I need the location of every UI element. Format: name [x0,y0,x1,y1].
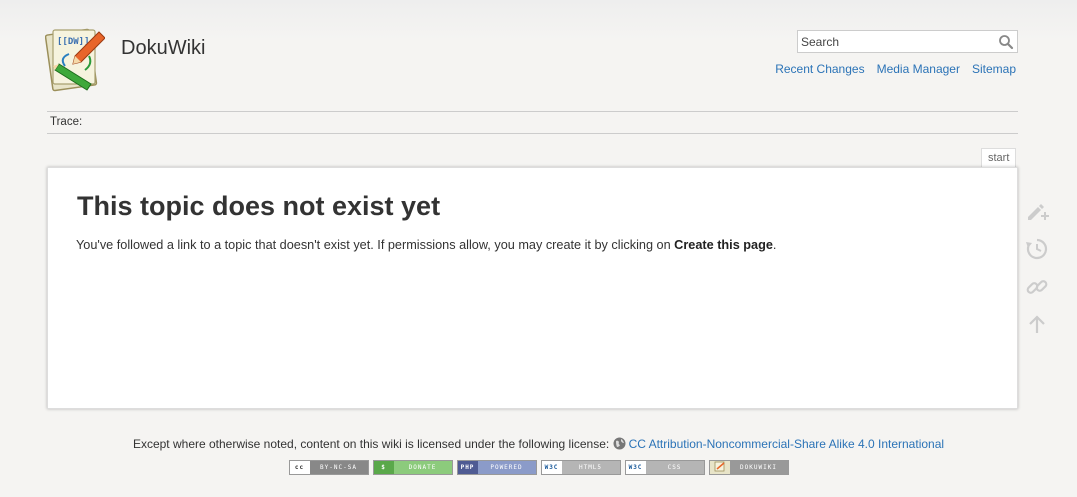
dokuwiki-small-icon [714,461,724,472]
svg-text:[[DW]]: [[DW]] [57,37,90,47]
site-title[interactable]: DokuWiki [121,37,205,60]
globe-icon [613,437,626,450]
header-divider [47,111,1018,112]
page-content: This topic does not exist yet You've fol… [47,167,1018,409]
create-page-link-text[interactable]: Create this page [674,238,773,252]
breadcrumb-divider [47,133,1018,134]
old-revisions-button[interactable] [1024,236,1050,262]
page-body-text: You've followed a link to a topic that d… [76,238,776,252]
search-input[interactable] [798,31,994,52]
w3c-css-badge[interactable]: W3C CSS [624,460,705,475]
media-manager-link[interactable]: Media Manager [877,62,960,76]
page-id-tab: start [981,148,1017,167]
back-to-top-icon [1029,315,1045,333]
dokuwiki-logo-icon: [[DW]] [44,28,106,92]
search-button[interactable] [997,33,1015,51]
license-notice: Except where otherwise noted, content on… [0,437,1077,451]
dokuwiki-logo[interactable]: [[DW]] [44,22,106,92]
site-tools: Recent Changes Media Manager Sitemap [775,62,1016,76]
back-to-top-button[interactable] [1024,312,1050,338]
create-page-icon [1028,204,1049,220]
old-revisions-icon [1026,238,1048,260]
search-icon [999,35,1014,50]
backlinks-button[interactable] [1024,274,1050,300]
backlinks-icon [1026,280,1048,294]
search-form [797,30,1018,53]
page-tools [1024,198,1050,350]
body-text-end: . [772,238,777,252]
footer-badges: cc BY-NC-SA $ DONATE PHP POWERED W3C HTM… [0,460,1077,475]
page-heading: This topic does not exist yet [77,191,441,221]
create-page-button[interactable] [1024,198,1050,224]
cc-license-badge[interactable]: cc BY-NC-SA [288,460,369,475]
dokuwiki-badge[interactable]: DOKUWIKI [708,460,789,475]
php-powered-badge[interactable]: PHP POWERED [456,460,537,475]
w3c-html5-badge[interactable]: W3C HTML5 [540,460,621,475]
breadcrumb: Trace: [50,116,83,128]
body-text: You've followed a link to a topic that d… [76,238,675,252]
license-link[interactable]: CC Attribution-Noncommercial-Share Alike… [629,437,944,451]
recent-changes-link[interactable]: Recent Changes [775,62,864,76]
donate-badge[interactable]: $ DONATE [372,460,453,475]
license-text: Except where otherwise noted, content on… [132,437,610,451]
sitemap-link[interactable]: Sitemap [972,62,1016,76]
